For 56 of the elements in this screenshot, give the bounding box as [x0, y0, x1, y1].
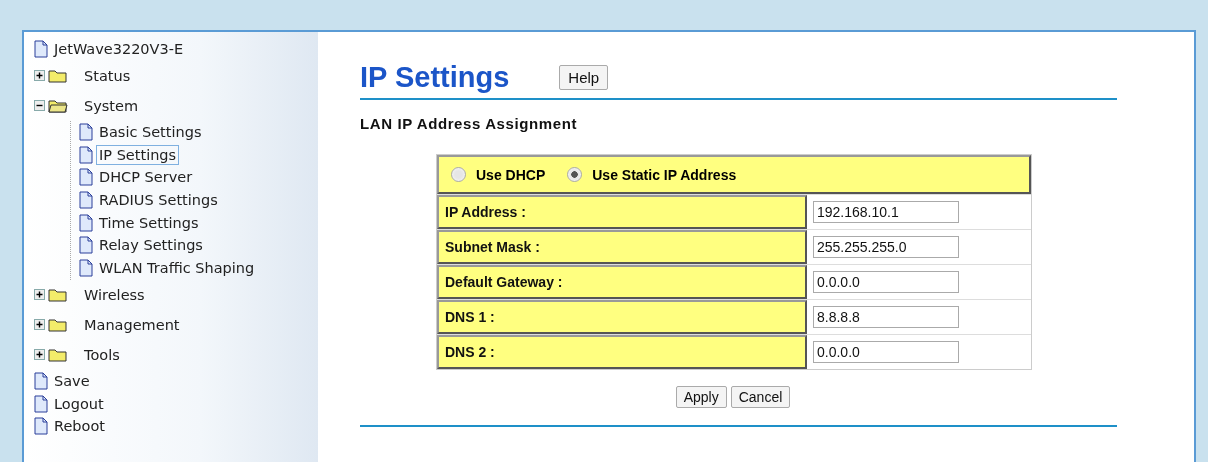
tree-item[interactable]: JetWave3220V3-E [51, 39, 187, 60]
folder-icon [48, 287, 68, 302]
field-label: Subnet Mask : [437, 230, 807, 264]
radio-label: Use Static IP Address [592, 166, 737, 183]
tree-item[interactable]: Basic Settings [96, 122, 205, 143]
radio-button[interactable] [451, 167, 466, 182]
tree-item[interactable]: DHCP Server [96, 167, 196, 188]
open-folder-icon [48, 98, 68, 114]
tree-item[interactable]: Reboot [51, 416, 108, 437]
tree-item[interactable]: Time Settings [96, 212, 202, 233]
document-icon [79, 213, 93, 232]
input-field[interactable]: 192.168.10.1 [813, 201, 959, 223]
field-label: IP Address : [437, 195, 807, 229]
tree-folder[interactable]: Management [81, 314, 183, 335]
input-field[interactable]: 0.0.0.0 [813, 271, 959, 293]
expand-icon[interactable] [34, 349, 45, 360]
tree-item[interactable]: Relay Settings [96, 235, 206, 256]
tree-item[interactable]: Logout [51, 393, 107, 414]
document-icon [79, 191, 93, 210]
input-field[interactable]: 8.8.8.8 [813, 306, 959, 328]
tree-folder[interactable]: System [81, 95, 142, 116]
expand-icon[interactable] [34, 289, 45, 300]
field-label: DNS 1 : [437, 300, 807, 334]
document-icon [34, 417, 48, 436]
radio-button[interactable] [567, 167, 583, 182]
tree-folder[interactable]: Status [81, 65, 134, 86]
tree-item[interactable]: RADIUS Settings [96, 190, 221, 211]
document-icon [79, 236, 93, 255]
expand-icon[interactable] [34, 70, 45, 82]
apply-button[interactable]: Apply [675, 386, 727, 408]
folder-icon [48, 347, 68, 362]
cancel-button[interactable]: Cancel [730, 386, 791, 408]
document-icon [79, 123, 93, 142]
document-icon [34, 394, 48, 413]
collapse-icon[interactable] [34, 100, 45, 112]
input-field[interactable]: 0.0.0.0 [813, 341, 959, 363]
document-icon [79, 145, 93, 164]
help-button[interactable]: Help [559, 64, 609, 90]
tree-item[interactable]: Save [51, 370, 93, 391]
page-title: IP Settings [360, 60, 510, 94]
document-icon [79, 259, 93, 278]
tree-item[interactable]: IP Settings [96, 144, 180, 165]
field-label: Default Gateway : [437, 265, 807, 299]
field-label: DNS 2 : [437, 335, 807, 369]
folder-icon [48, 317, 68, 332]
expand-icon[interactable] [34, 319, 45, 330]
tree-item[interactable]: WLAN Traffic Shaping [96, 258, 258, 279]
tree-folder[interactable]: Tools [81, 344, 123, 365]
input-field[interactable]: 255.255.255.0 [813, 236, 959, 258]
section-title: LAN IP Address Assignment [360, 115, 578, 132]
tree-folder[interactable]: Wireless [81, 284, 148, 305]
document-icon [79, 168, 93, 187]
document-icon [34, 40, 48, 59]
radio-label: Use DHCP [476, 166, 546, 183]
document-icon [34, 371, 48, 390]
folder-icon [48, 68, 68, 84]
